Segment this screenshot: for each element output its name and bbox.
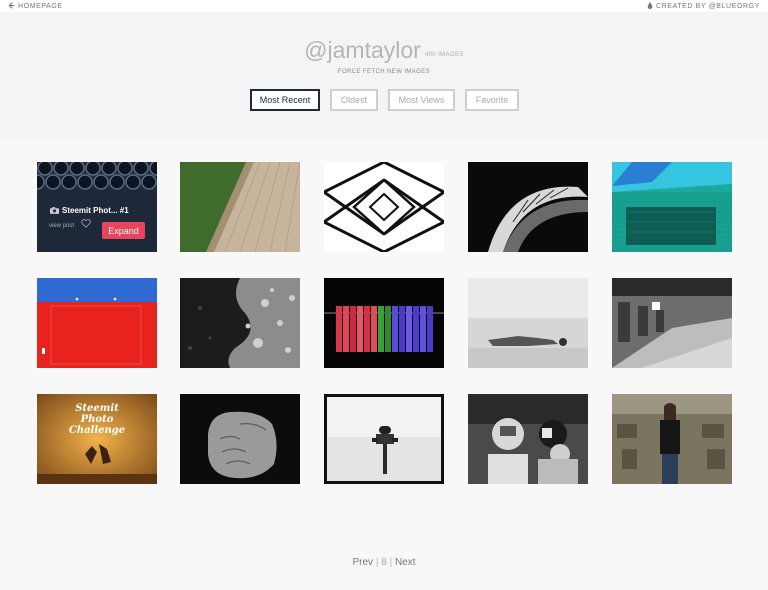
fist-photo — [180, 394, 300, 484]
homepage-link[interactable]: HOMEPAGE — [8, 2, 63, 11]
camera-icon — [50, 207, 59, 214]
homepage-label: HOMEPAGE — [18, 3, 63, 10]
current-page: 8 — [381, 557, 387, 568]
gallery-card-3[interactable] — [324, 162, 444, 252]
credit-link[interactable]: CREATED BY @BLUEORGY — [647, 2, 760, 11]
gallery-card-2[interactable] — [180, 162, 300, 252]
poster-line-1: Steemit — [75, 403, 119, 414]
card-title: Steemit Phot... #1 — [50, 206, 129, 215]
next-link[interactable]: Next — [395, 557, 416, 568]
station-photo — [612, 278, 732, 368]
gallery-card-15[interactable] — [612, 394, 732, 484]
gallery-card-10[interactable] — [612, 278, 732, 368]
lying-person-photo — [468, 278, 588, 368]
pagination: Prev | 8 | Next — [0, 557, 768, 568]
profile-header: @jamtaylor 400 IMAGES FORCE FETCH NEW IMA… — [0, 12, 768, 138]
boxers-photo — [468, 394, 588, 484]
poster-line-2: Photo — [80, 414, 114, 425]
view-post-link[interactable]: view post — [49, 223, 74, 229]
gallery-card-5[interactable] — [612, 162, 732, 252]
gallery-card-6[interactable] — [37, 278, 157, 368]
pagination-separator: | — [375, 557, 379, 568]
force-fetch-link[interactable]: FORCE FETCH NEW IMAGES — [0, 69, 768, 75]
gallery-card-11[interactable]: Steemit Photo Challenge — [37, 394, 157, 484]
heart-icon[interactable] — [81, 219, 91, 228]
arch-photo — [468, 162, 588, 252]
poster-line-3: Challenge — [69, 425, 125, 436]
drop-icon — [647, 2, 653, 11]
pagination-separator: | — [389, 557, 393, 568]
fields-photo — [180, 162, 300, 252]
bubbles-photo — [180, 278, 300, 368]
sort-most-recent-button[interactable]: Most Recent — [250, 89, 320, 111]
prev-link[interactable]: Prev — [352, 557, 373, 568]
clothespins-photo — [324, 278, 444, 368]
challenge-poster-photo: Steemit Photo Challenge — [37, 394, 157, 484]
gallery-card-9[interactable] — [468, 278, 588, 368]
gallery-card-14[interactable] — [468, 394, 588, 484]
expand-button[interactable]: Expand — [102, 222, 145, 239]
username: @jamtaylor — [304, 37, 421, 63]
title-row: @jamtaylor 400 IMAGES — [0, 37, 768, 64]
gallery-card-1[interactable]: Steemit Phot... #1 view post Expand — [37, 162, 157, 252]
gallery-card-7[interactable] — [180, 278, 300, 368]
sort-oldest-button[interactable]: Oldest — [330, 89, 378, 111]
gallery-card-13[interactable] — [324, 394, 444, 484]
red-wall-photo — [37, 278, 157, 368]
gallery-card-8[interactable] — [324, 278, 444, 368]
tower-photo — [324, 162, 444, 252]
sort-favorite-button[interactable]: Favorite — [465, 89, 519, 111]
image-count: 400 IMAGES — [424, 52, 464, 58]
card-title-text: Steemit Phot... #1 — [62, 206, 129, 215]
sort-most-views-button[interactable]: Most Views — [388, 89, 455, 111]
gallery-card-12[interactable] — [180, 394, 300, 484]
teal-building-photo — [612, 162, 732, 252]
card-overlay: Steemit Phot... #1 view post Expand — [37, 190, 157, 252]
credit-label: CREATED BY @BLUEORGY — [655, 3, 760, 10]
arrow-left-icon — [8, 2, 15, 11]
top-bar: HOMEPAGE CREATED BY @BLUEORGY — [0, 0, 768, 12]
helmet-post-photo — [324, 394, 444, 484]
woman-wall-photo — [612, 394, 732, 484]
gallery-card-4[interactable] — [468, 162, 588, 252]
